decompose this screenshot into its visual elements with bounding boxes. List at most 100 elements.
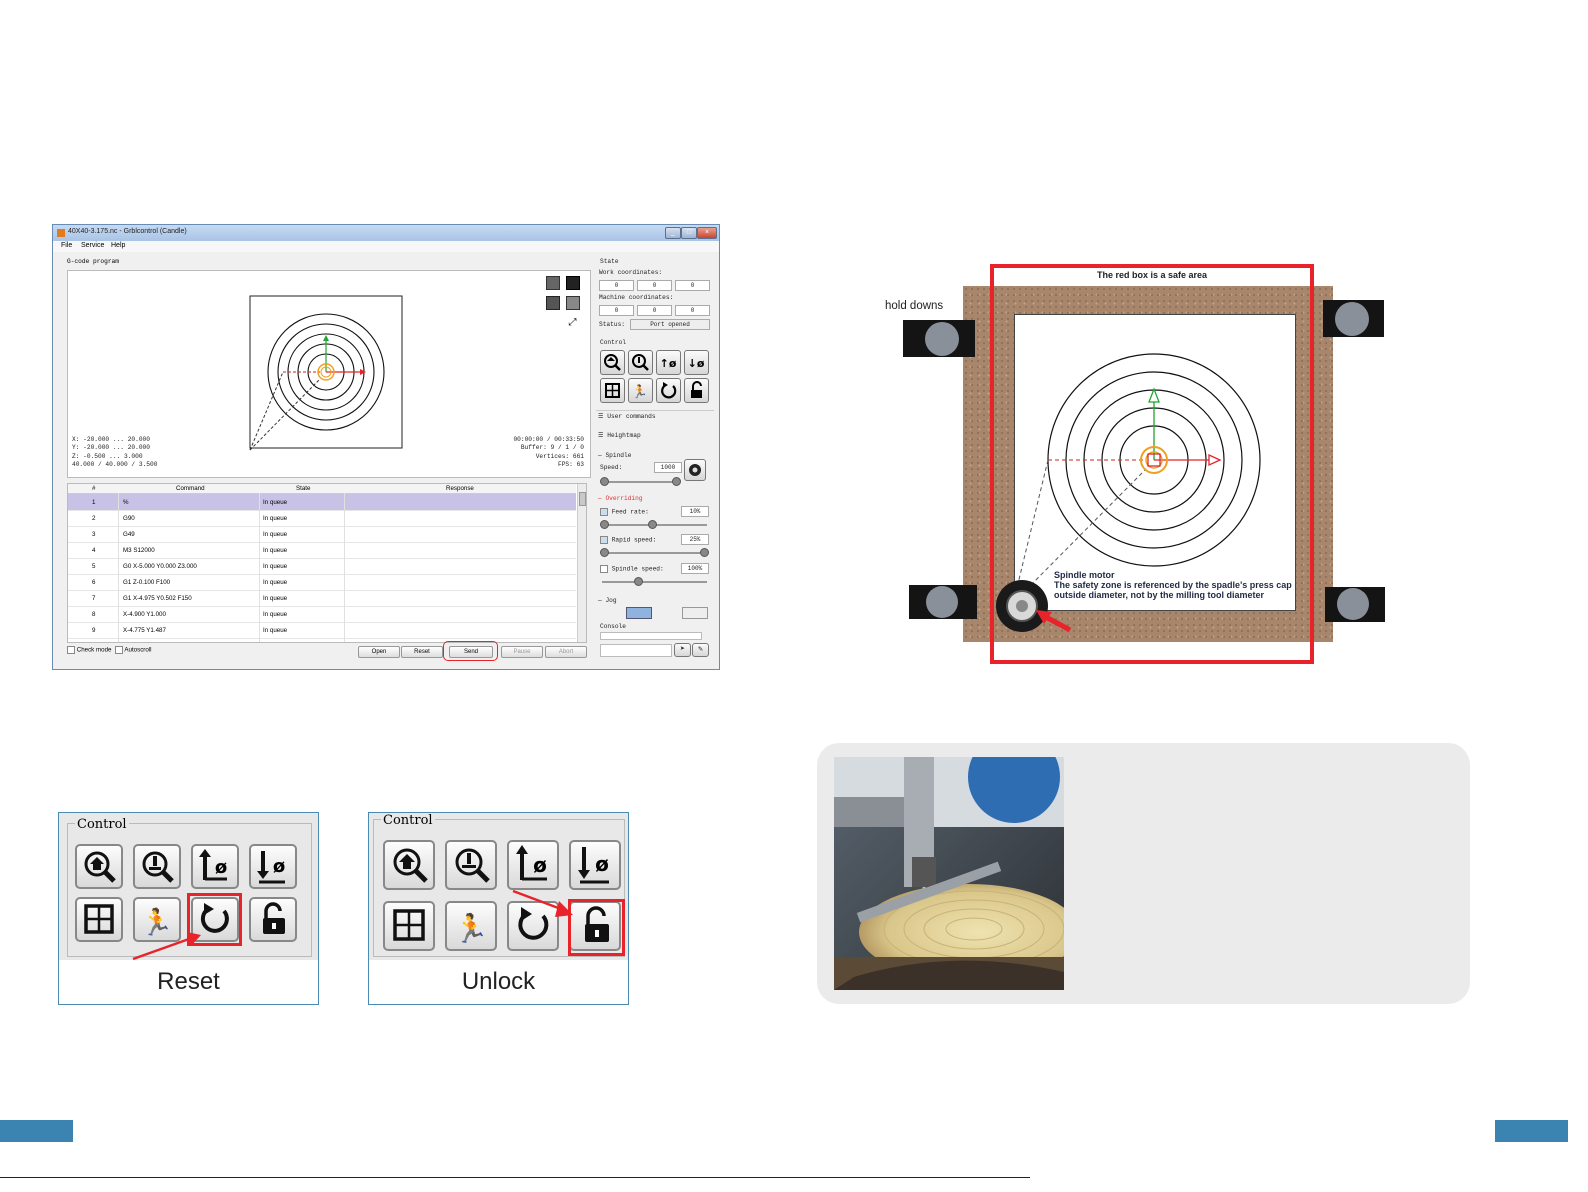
- jog-button[interactable]: [626, 607, 652, 619]
- svg-text:↑ø: ↑ø: [660, 357, 677, 370]
- reset-caption: Reset: [157, 968, 220, 995]
- svg-text:ø: ø: [533, 853, 547, 877]
- table-row[interactable]: 4 M3 S12000 In queue: [68, 542, 576, 559]
- col-command-header: Command: [176, 485, 205, 492]
- table-row[interactable]: 8 X-4.900 Y1.000 In queue: [68, 606, 576, 623]
- menu-bar: File Service Help: [53, 241, 719, 252]
- feed-rate-checkbox[interactable]: Feed rate:: [600, 508, 649, 516]
- table-row[interactable]: 9 X-4.775 Y1.487 In queue: [68, 622, 576, 639]
- work-coords-label: Work coordinates:: [599, 269, 663, 276]
- menu-help[interactable]: Help: [111, 242, 125, 249]
- table-row[interactable]: 1% In queue: [68, 494, 576, 511]
- minimize-button[interactable]: _: [665, 227, 681, 239]
- zero-xy-icon[interactable]: ↑ø: [656, 350, 681, 375]
- slider-handle[interactable]: [600, 548, 609, 557]
- pause-button[interactable]: Pause: [501, 646, 543, 658]
- slider-handle[interactable]: [634, 577, 643, 586]
- menu-service[interactable]: Service: [81, 242, 104, 249]
- open-button[interactable]: Open: [358, 646, 400, 658]
- home-icon: [383, 840, 435, 890]
- spindle-speed-slider[interactable]: [602, 481, 676, 483]
- pointer-arrow: [132, 932, 201, 961]
- autoscroll-checkbox[interactable]: Autoscroll: [115, 646, 152, 654]
- safe-position-icon[interactable]: 🏃: [628, 378, 653, 403]
- column-divider: [259, 493, 260, 642]
- user-commands-section[interactable]: ☰ User commands: [598, 413, 656, 420]
- rapid-speed-checkbox[interactable]: Rapid speed:: [600, 536, 656, 544]
- check-mode-checkbox[interactable]: Check mode: [67, 646, 111, 654]
- zero-z-icon: ø: [569, 840, 621, 890]
- control-title: Control: [381, 813, 435, 828]
- progress-info: 00:00:00 / 00:33:50 Buffer: 9 / 1 / 0 Ve…: [513, 436, 584, 469]
- abort-button[interactable]: Abort: [545, 646, 587, 658]
- slider-handle[interactable]: [600, 477, 609, 486]
- status-label: Status:: [599, 321, 625, 328]
- gcode-table[interactable]: # Command State Response 1% In queue 2 G90…: [67, 483, 587, 643]
- page-tab-left: [0, 1120, 73, 1142]
- overriding-section[interactable]: — Overriding: [598, 495, 643, 502]
- probe-icon[interactable]: [628, 350, 653, 375]
- view-iso-icon[interactable]: [566, 296, 580, 310]
- footer-rule: [0, 1177, 1030, 1178]
- table-row[interactable]: 2 G90 In queue: [68, 510, 576, 527]
- col-state-header: State: [296, 485, 311, 492]
- restore-origin-icon[interactable]: [600, 378, 625, 403]
- home-icon[interactable]: [600, 350, 625, 375]
- scrollbar-thumb[interactable]: [579, 492, 586, 506]
- heightmap-section[interactable]: ☰ Heightmap: [598, 432, 641, 439]
- gcode-visualizer[interactable]: ⤢ X: -20.000 ... 20.000 Y: -20.000 ... 2…: [67, 270, 591, 478]
- feed-rate-field[interactable]: 10%: [681, 506, 709, 517]
- spindle-speed-field[interactable]: 1000: [654, 462, 682, 473]
- svg-text:🏃: 🏃: [454, 912, 489, 945]
- zero-z-icon: ø: [249, 844, 297, 889]
- svg-text:ø: ø: [273, 856, 285, 877]
- restore-origin-icon: [75, 897, 123, 942]
- table-scrollbar[interactable]: [577, 484, 586, 642]
- jog-button[interactable]: [682, 607, 708, 619]
- probe-icon: [133, 844, 181, 889]
- spindle-toggle-icon[interactable]: [684, 459, 706, 481]
- spindle-title: Spindle motor: [1054, 570, 1115, 580]
- close-button[interactable]: ×: [697, 227, 717, 239]
- gcode-group-title: G-code program: [67, 258, 119, 265]
- spindle-override-slider[interactable]: [602, 581, 707, 583]
- milling-photo: [834, 757, 1064, 990]
- clear-console-icon[interactable]: ✎: [692, 643, 709, 657]
- spindle-section[interactable]: — Spindle: [598, 452, 631, 459]
- spindle-speed-checkbox[interactable]: Spindle speed:: [600, 565, 664, 573]
- window-title: 40X40-3.175.nc - Grblcontrol (Candle): [68, 228, 187, 235]
- slider-handle[interactable]: [672, 477, 681, 486]
- app-icon: [57, 229, 65, 237]
- table-row[interactable]: 6 G1 Z-0.100 F100 In queue: [68, 574, 576, 591]
- probe-icon: [445, 840, 497, 890]
- maximize-button[interactable]: □: [681, 227, 697, 239]
- divider: [596, 410, 714, 411]
- console-input[interactable]: [600, 644, 672, 657]
- svg-text:🏃: 🏃: [632, 384, 648, 400]
- zero-z-icon[interactable]: ↓ø: [684, 350, 709, 375]
- machine-x-field: 0: [599, 305, 634, 316]
- reset-icon[interactable]: [656, 378, 681, 403]
- send-command-icon[interactable]: ➤: [674, 643, 691, 657]
- title-bar: 40X40-3.175.nc - Grblcontrol (Candle) _ …: [53, 225, 719, 241]
- rapid-speed-slider[interactable]: [602, 552, 707, 554]
- unlock-icon[interactable]: [684, 378, 709, 403]
- table-row[interactable]: 7 G1 X-4.975 Y0.502 F150 In queue: [68, 590, 576, 607]
- slider-handle[interactable]: [700, 548, 709, 557]
- table-header: # Command State Response: [68, 484, 576, 494]
- view-left-icon[interactable]: [546, 296, 560, 310]
- view-front-icon[interactable]: [546, 276, 560, 290]
- jog-section[interactable]: — Jog: [598, 597, 617, 604]
- reset-button[interactable]: Reset: [401, 646, 443, 658]
- fit-view-icon[interactable]: ⤢: [567, 317, 578, 328]
- slider-handle[interactable]: [648, 520, 657, 529]
- hold-down-clamp: [909, 585, 977, 619]
- menu-file[interactable]: File: [61, 242, 72, 249]
- table-row[interactable]: 3 G49 In queue: [68, 526, 576, 543]
- view-top-icon[interactable]: [566, 276, 580, 290]
- rapid-speed-field[interactable]: 25%: [681, 534, 709, 545]
- table-row[interactable]: 5 G0 X-5.000 Y0.000 Z3.000 In queue: [68, 558, 576, 575]
- spindle-override-field[interactable]: 100%: [681, 563, 709, 574]
- page-tab-right: [1495, 1120, 1568, 1142]
- slider-handle[interactable]: [600, 520, 609, 529]
